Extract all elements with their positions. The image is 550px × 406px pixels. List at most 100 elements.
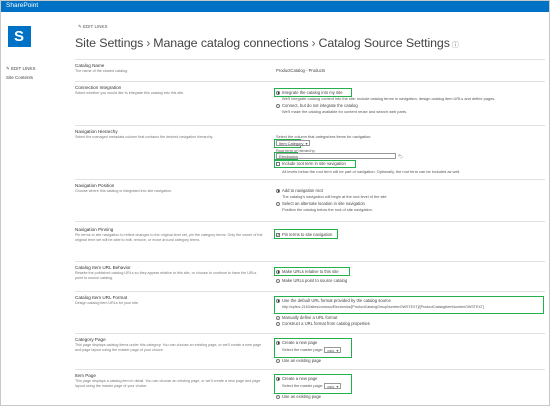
nav-item-site-contents[interactable]: Site Contents (6, 75, 35, 80)
default-url-value: http://spfsrv-2163/sites/contoso/Electro… (282, 305, 484, 309)
section-title: Category Page (75, 337, 106, 342)
master-page-select[interactable]: oslo (324, 383, 342, 389)
breadcrumb-separator: › (311, 36, 316, 50)
section-desc: Select the managed metadata column that … (75, 135, 214, 139)
radio-label: Construct a URL format from catalog prop… (282, 321, 370, 326)
section-title: Item Page (75, 373, 96, 378)
master-page-row: Select the master page: oslo (282, 347, 342, 353)
column-select[interactable]: Item Category (276, 140, 311, 146)
sharepoint-window: SharePoint S ✎ EDIT LINKS Site Settings ›… (0, 0, 550, 406)
radio-icon[interactable] (276, 201, 280, 206)
include-root-checkbox[interactable]: Include root term in site navigation (276, 161, 346, 166)
edit-links-left[interactable]: ✎ EDIT LINKS (6, 66, 35, 72)
checkbox-icon[interactable] (276, 161, 280, 166)
edit-links-header[interactable]: ✎ EDIT LINKS (78, 24, 107, 30)
radio-icon[interactable] (276, 269, 280, 274)
master-page-row: Select the master page: oslo (282, 383, 342, 389)
section-title: Navigation Position (75, 183, 115, 188)
radio-label: Manually define a URL format (282, 315, 338, 320)
checkbox-icon[interactable]: ✓ (276, 232, 280, 237)
sharepoint-logo-icon[interactable]: S (8, 26, 31, 47)
suite-bar: SharePoint (1, 1, 549, 12)
pin-terms-checkbox[interactable]: ✓ Pin terms to site navigation (276, 232, 332, 237)
section-desc: The name of the shared catalog. (75, 69, 129, 73)
section-desc: Select whether you would like to integra… (75, 91, 185, 95)
connect-only-radio[interactable]: Connect, but do not integrate the catalo… (276, 103, 358, 108)
radio-label: Select an alternate location in site nav… (282, 201, 365, 206)
section-desc: Design catalog item URLs for your site. (75, 301, 139, 305)
radio-label: Use an existing page (282, 394, 322, 399)
nav-root-radio[interactable]: Add to navigation root (276, 188, 323, 193)
help-text: We'll make the catalog available for con… (282, 109, 408, 114)
relative-urls-radio[interactable]: Make URLs relative to this site (276, 269, 339, 274)
default-url-radio[interactable]: Use the default URL format provided by t… (276, 298, 391, 303)
radio-icon[interactable] (276, 90, 280, 95)
checkbox-label: Pin terms to site navigation (282, 232, 333, 237)
radio-icon[interactable] (276, 321, 280, 326)
breadcrumb-manage-catalog[interactable]: Manage catalog connections (153, 36, 308, 50)
master-page-select[interactable]: oslo (324, 347, 342, 353)
section-url-behavior: Catalog Item URL Behavior Rewrite the pu… (75, 261, 545, 289)
section-position: Navigation Position Choose where this ca… (75, 179, 545, 219)
radio-label: Add to navigation root (282, 188, 323, 193)
radio-label: Integrate the catalog into my site (282, 90, 343, 95)
info-icon[interactable]: ⓘ (452, 42, 459, 49)
section-title: Catalog Item URL Behavior (75, 265, 131, 270)
radio-icon[interactable] (276, 340, 280, 345)
help-text: All levels below the root term will be p… (282, 169, 461, 174)
root-term-input[interactable]: Electronics 🏷 (276, 153, 403, 159)
construct-url-radio[interactable]: Construct a URL format from catalog prop… (276, 321, 370, 326)
page-title: Site Settings › Manage catalog connections… (75, 36, 459, 50)
checkbox-label: Include root term in site navigation (282, 161, 346, 166)
radio-icon[interactable] (276, 315, 280, 320)
radio-icon[interactable] (276, 358, 280, 363)
section-hierarchy: Navigation Hierarchy Select the managed … (75, 125, 545, 177)
radio-icon[interactable] (276, 278, 280, 283)
radio-label: Connect, but do not integrate the catalo… (282, 103, 358, 108)
radio-label: Make URLs relative to this site (282, 269, 339, 274)
radio-label: Make URLs point to source catalog (282, 278, 348, 283)
item-existing-radio[interactable]: Use an existing page (276, 394, 321, 399)
radio-label: Create a new page (282, 376, 318, 381)
section-desc: Pin terms to site navigation to reflect … (75, 233, 263, 242)
section-catalog-name: Catalog Name The name of the shared cata… (75, 59, 545, 79)
master-page-label: Select the master page: (282, 347, 324, 353)
master-page-label: Select the master page: (282, 383, 324, 389)
section-title: Connection Integration (75, 85, 122, 90)
source-urls-radio[interactable]: Make URLs point to source catalog (276, 278, 347, 283)
section-title: Catalog Name (75, 63, 105, 68)
brand-label[interactable]: SharePoint (6, 2, 38, 9)
section-url-format: Catalog Item URL Format Design catalog i… (75, 291, 545, 331)
radio-label: Use an existing page (282, 358, 322, 363)
breadcrumb-current: Catalog Source Settings (318, 36, 450, 50)
breadcrumb-separator: › (146, 36, 151, 50)
radio-icon[interactable] (276, 188, 280, 193)
manual-url-radio[interactable]: Manually define a URL format (276, 315, 337, 320)
category-create-radio[interactable]: Create a new page (276, 340, 317, 345)
left-navigation: ✎ EDIT LINKS Site Contents (6, 66, 35, 83)
item-create-radio[interactable]: Create a new page (276, 376, 317, 381)
section-title: Catalog Item URL Format (75, 295, 128, 300)
help-text: Position the catalog below the root of s… (282, 207, 373, 212)
radio-icon[interactable] (276, 394, 280, 399)
section-desc: Choose where this catalog is integrated … (75, 189, 173, 193)
section-desc: Rewrite the published catalog URLs so th… (75, 271, 257, 280)
breadcrumb-site-settings[interactable]: Site Settings (75, 36, 143, 50)
section-title: Navigation Hierarchy (75, 129, 118, 134)
section-category-page: Category Page This page displays catalog… (75, 333, 545, 367)
radio-icon[interactable] (276, 376, 280, 381)
radio-label: Create a new page (282, 340, 318, 345)
alternate-location-radio[interactable]: Select an alternate location in site nav… (276, 201, 365, 206)
section-title: Navigation Pinning (75, 227, 114, 232)
category-existing-radio[interactable]: Use an existing page (276, 358, 321, 363)
section-desc: This page displays a catalog item in det… (75, 379, 261, 388)
radio-icon[interactable] (276, 298, 280, 303)
tag-icon[interactable]: 🏷 (398, 154, 403, 159)
section-connection: Connection Integration Select whether yo… (75, 81, 545, 123)
integrate-radio[interactable]: Integrate the catalog into my site (276, 90, 343, 95)
section-item-page: Item Page This page displays a catalog i… (75, 369, 545, 405)
radio-label: Use the default URL format provided by t… (282, 298, 391, 303)
catalog-name-value: ProductCatalog - Products (276, 68, 326, 73)
radio-icon[interactable] (276, 103, 280, 108)
section-pinning: Navigation Pinning Pin terms to site nav… (75, 221, 545, 259)
